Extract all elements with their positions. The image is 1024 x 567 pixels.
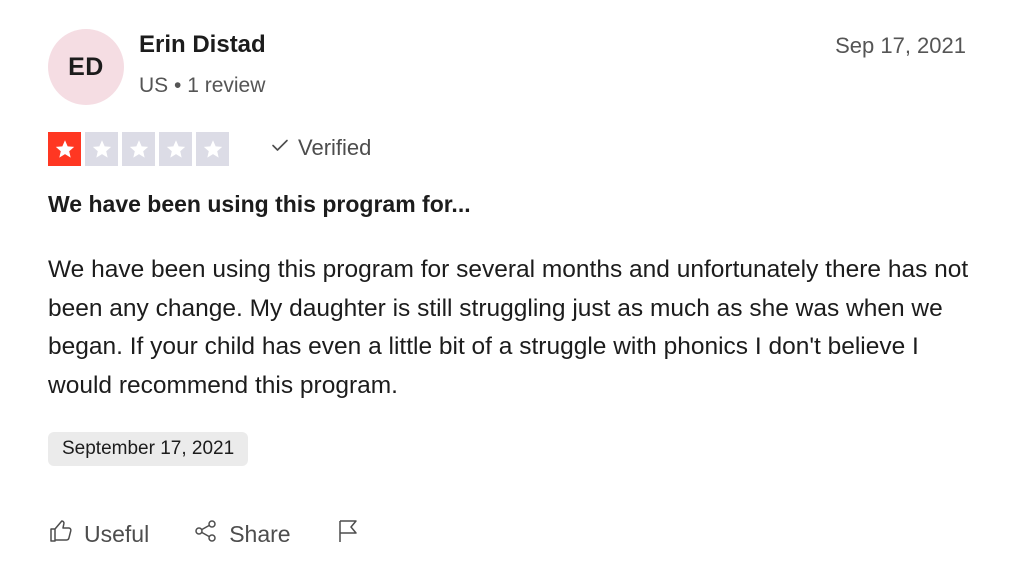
share-icon bbox=[193, 518, 219, 550]
experience-date-badge: September 17, 2021 bbox=[48, 432, 249, 466]
star-icon bbox=[85, 132, 118, 166]
star-icon bbox=[48, 132, 81, 166]
share-button[interactable]: Share bbox=[193, 518, 291, 550]
star-rating bbox=[48, 132, 229, 166]
checkmark-icon bbox=[270, 135, 290, 161]
review-body: We have been using this program for seve… bbox=[48, 256, 969, 399]
star-icon bbox=[196, 132, 229, 166]
report-button[interactable] bbox=[335, 518, 361, 550]
reviewer-meta: US • 1 review bbox=[139, 74, 266, 97]
verified-badge[interactable]: Verified bbox=[270, 135, 371, 161]
review-card: ED Erin Distad US • 1 review Sep 17, 202… bbox=[0, 0, 1024, 567]
flag-icon bbox=[335, 518, 361, 550]
review-date: Sep 17, 2021 bbox=[835, 33, 966, 58]
useful-button[interactable]: Useful bbox=[48, 518, 149, 550]
verified-label: Verified bbox=[298, 135, 372, 160]
star-icon bbox=[159, 132, 192, 166]
avatar-initials: ED bbox=[68, 52, 104, 81]
review-actions: Useful Share bbox=[48, 518, 361, 550]
avatar[interactable]: ED bbox=[48, 29, 124, 105]
reviewer-name[interactable]: Erin Distad bbox=[139, 31, 266, 59]
useful-label: Useful bbox=[84, 520, 150, 547]
review-title[interactable]: We have been using this program for... bbox=[48, 191, 471, 218]
share-label: Share bbox=[229, 520, 291, 547]
star-icon bbox=[122, 132, 155, 166]
thumbs-up-icon bbox=[48, 518, 74, 550]
